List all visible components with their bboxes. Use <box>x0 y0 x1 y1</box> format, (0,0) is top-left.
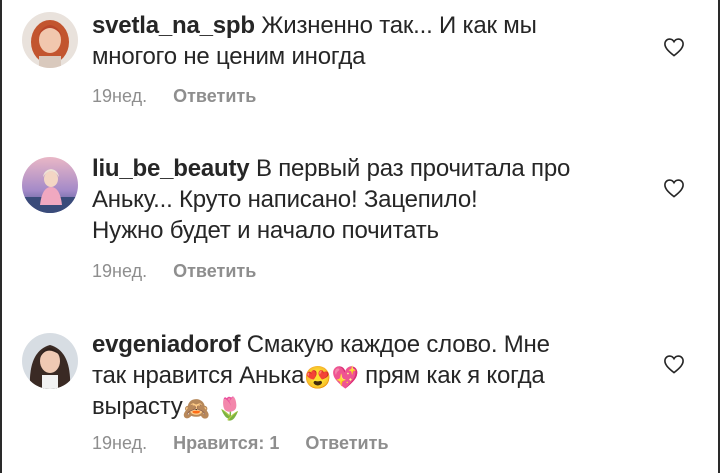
comment-body: evgeniadorof Смакую каждое слово. Мне та… <box>92 329 632 422</box>
avatar-image <box>22 12 78 68</box>
comment-text: В первый раз прочитала про <box>255 155 571 182</box>
comment-username[interactable]: svetla_na_spb <box>92 12 255 39</box>
avatar[interactable] <box>22 333 78 389</box>
comment-text: Нужно будет и начало почитать <box>92 217 439 244</box>
heart-icon[interactable] <box>663 37 685 57</box>
sparkling-heart-emoji: 💖 <box>331 365 359 390</box>
comment-time[interactable]: 19нед. <box>92 261 147 282</box>
comment-text: Смакую каждое слово. Мне <box>246 331 550 358</box>
comment-text: многого не ценим иногда <box>92 43 366 70</box>
avatar-image <box>22 333 78 389</box>
avatar-image <box>22 157 78 213</box>
reply-button[interactable]: Ответить <box>173 86 256 107</box>
reply-button[interactable]: Ответить <box>305 433 388 454</box>
comment-username[interactable]: liu_be_beauty <box>92 155 250 182</box>
see-no-evil-monkey-emoji: 🙈 <box>182 396 210 421</box>
comment-text: прям как я когда <box>365 362 545 389</box>
heart-icon[interactable] <box>663 178 685 198</box>
comment-username[interactable]: evgeniadorof <box>92 331 240 358</box>
avatar[interactable] <box>22 157 78 213</box>
avatar[interactable] <box>22 12 78 68</box>
reply-button[interactable]: Ответить <box>173 261 256 282</box>
comment-body: liu_be_beauty В первый раз прочитала про… <box>92 153 632 246</box>
comment-meta: 19нед. Ответить <box>92 86 256 107</box>
likes-count[interactable]: Нравится: 1 <box>173 433 279 454</box>
comment-text: Аньку... Круто написано! Зацепило! <box>92 186 478 213</box>
comment-meta: 19нед. Ответить <box>92 261 256 282</box>
comment-time[interactable]: 19нед. <box>92 86 147 107</box>
tulip-emoji: 🌷 <box>216 396 244 421</box>
comment-text: так нравится Анька <box>92 362 305 389</box>
comment-meta: 19нед. Нравится: 1 Ответить <box>92 433 389 454</box>
comment-text: Жизненно так... И как мы <box>261 12 537 39</box>
heart-eyes-emoji: 😍 <box>304 365 332 390</box>
comment-time[interactable]: 19нед. <box>92 433 147 454</box>
comment-text: вырасту <box>92 393 183 420</box>
heart-icon[interactable] <box>663 354 685 374</box>
comment-body: svetla_na_spb Жизненно так... И как мы м… <box>92 10 632 72</box>
